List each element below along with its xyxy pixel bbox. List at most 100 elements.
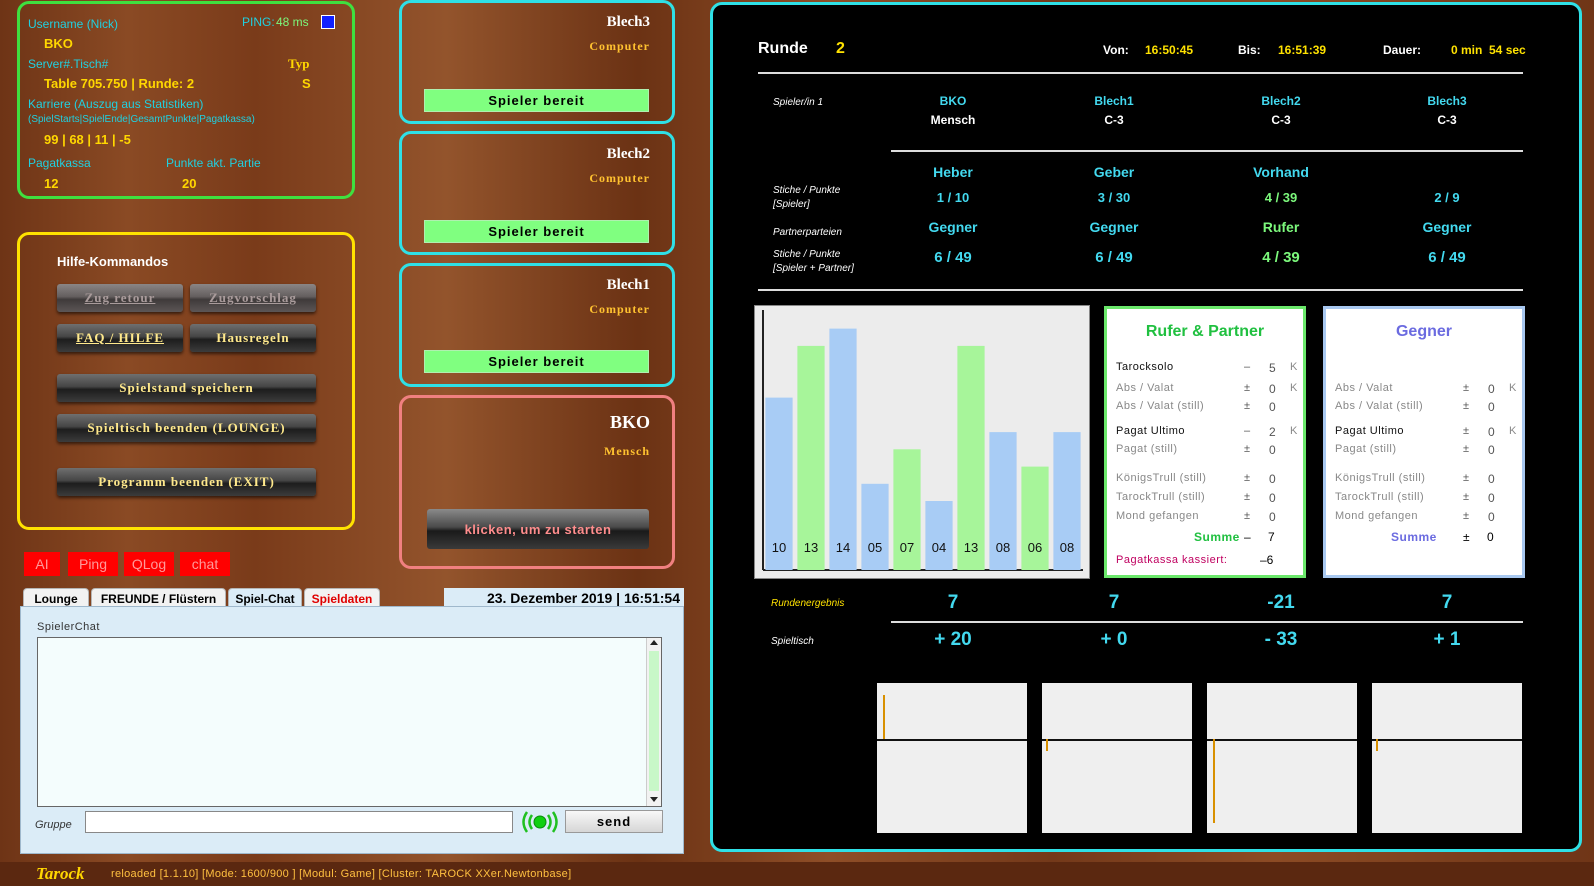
gegner-summe-sign: ± [1463, 530, 1470, 544]
rule-value: 0 [1269, 510, 1277, 524]
rule-sign: ± [1463, 443, 1470, 455]
chat-tag[interactable]: chat [180, 552, 230, 576]
player-box-blech3: Blech3 Computer Spieler bereit [399, 0, 675, 124]
stiche2-sub-label: [Spieler + Partner] [773, 263, 854, 274]
dauer-value: 0 min 54 sec [1451, 43, 1526, 57]
start-button[interactable]: klicken, um zu starten [427, 509, 649, 549]
spieltisch-label: Spieltisch [771, 636, 814, 647]
ping-tag[interactable]: Ping [68, 552, 118, 576]
col-rundenergebnis: 7 [1441, 592, 1453, 613]
player-box-bko: BKO Mensch klicken, um zu starten [399, 395, 675, 569]
divider [891, 621, 1523, 623]
col-stiche-punkte-partner: 6 / 49 [1095, 249, 1133, 266]
hausregeln-button[interactable]: Hausregeln [190, 324, 316, 352]
tab-lounge[interactable]: Lounge [23, 588, 89, 608]
col-player-name: Blech2 [1261, 94, 1301, 108]
spieler-bereit-button-blech1[interactable]: Spieler bereit [424, 350, 649, 373]
baseline [1372, 739, 1522, 741]
gegner-title: Gegner [1395, 323, 1452, 340]
chart-bar [861, 483, 889, 570]
send-button[interactable]: send [565, 810, 663, 833]
bar-label: 07 [900, 540, 914, 555]
rule-value: 0 [1488, 443, 1496, 457]
rufer-summe-label: Summe [1194, 530, 1240, 544]
tab-spiel-chat[interactable]: Spiel-Chat [228, 588, 302, 608]
rule-k: K [1290, 425, 1298, 437]
rule-value: 0 [1269, 472, 1277, 486]
chat-log[interactable] [37, 637, 662, 807]
chat-scrollbar[interactable] [646, 638, 661, 806]
col-stiche-punkte-partner: 6 / 49 [934, 249, 972, 266]
bar-label: 05 [868, 540, 882, 555]
rule-label: KönigsTrull (still) [1335, 472, 1426, 484]
rule-value: 0 [1488, 491, 1496, 505]
spieler-label: Spieler/in 1 [773, 97, 824, 108]
ai-tag[interactable]: AI [24, 552, 60, 576]
bar-label: 04 [932, 540, 946, 555]
chart-bar [925, 501, 953, 570]
tab-freunde[interactable]: FREUNDE / Flüstern [91, 588, 226, 608]
rule-label: Abs / Valat [1116, 382, 1174, 394]
zugvorschlag-button[interactable]: Zugvorschlag [190, 284, 316, 312]
bar-label: 06 [1028, 540, 1042, 555]
scoreboard: Runde 2 Von: 16:50:45 Bis: 16:51:39 Daue… [710, 2, 1582, 852]
tab-spieldaten[interactable]: Spieldaten [304, 588, 380, 608]
ping-label: PING: [242, 15, 275, 29]
col-party: Gegner [1089, 219, 1139, 235]
col-role: Vorhand [1253, 164, 1309, 180]
broadcast-icon[interactable] [519, 809, 561, 835]
col-party: Rufer [1262, 219, 1300, 235]
col-rundenergebnis: -21 [1267, 592, 1295, 613]
col-spieltisch: + 0 [1100, 629, 1128, 650]
col-stiche-punkte: 4 / 39 [1264, 190, 1298, 205]
rule-sign: – [1244, 361, 1251, 373]
col-player-kind: C-3 [1104, 113, 1124, 127]
gegner-summe-label: Summe [1391, 530, 1437, 544]
rule-label: Pagat Ultimo [1335, 425, 1404, 437]
rule-sign: ± [1463, 400, 1470, 412]
col-party: Gegner [1422, 219, 1472, 235]
col-player-name: Blech3 [1427, 94, 1467, 108]
col-party: Gegner [928, 219, 978, 235]
chat-input[interactable] [85, 811, 513, 833]
typ-value: S [302, 76, 311, 91]
rufer-summe-value: 7 [1268, 530, 1275, 544]
datetime-display: 23. Dezember 2019 | 16:51:54 [444, 588, 684, 608]
score-bar [883, 695, 885, 739]
stiche-label: Stiche / Punkte [773, 185, 841, 196]
programm-beenden-button[interactable]: Programm beenden (EXIT) [57, 468, 316, 496]
scroll-up-icon[interactable] [650, 640, 658, 645]
scroll-down-icon[interactable] [650, 797, 658, 802]
zug-retour-button[interactable]: Zug retour [57, 284, 183, 312]
player-name: Blech2 [606, 146, 650, 162]
player-name: Blech3 [606, 14, 650, 30]
qlog-tag[interactable]: QLog [124, 552, 174, 576]
rule-label: Pagat (still) [1335, 443, 1397, 455]
bar-label: 13 [804, 540, 818, 555]
rule-value: 0 [1269, 443, 1277, 457]
col-stiche-punkte: 3 / 30 [1097, 190, 1131, 205]
rule-label: KönigsTrull (still) [1116, 472, 1207, 484]
help-title: Hilfe-Kommandos [57, 254, 169, 269]
score-bar [1376, 739, 1378, 751]
ping-indicator [321, 15, 335, 29]
col-rundenergebnis: 7 [1108, 592, 1120, 613]
player-type: Computer [589, 171, 650, 185]
ping-value: 48 ms [276, 15, 309, 29]
runde-label: Runde [758, 40, 808, 57]
col-stiche-punkte-partner: 6 / 49 [1428, 249, 1466, 266]
mini-chart-blech3 [1372, 683, 1522, 833]
rule-label: Mond gefangen [1116, 510, 1199, 522]
rule-sign: ± [1463, 425, 1470, 437]
spieltisch-beenden-button[interactable]: Spieltisch beenden (LOUNGE) [57, 414, 316, 442]
pagatkassa-kassiert-value: –6 [1260, 553, 1274, 567]
faq-button[interactable]: FAQ / HILFE [57, 324, 183, 352]
von-value: 16:50:45 [1145, 43, 1194, 57]
gruppe-label: Gruppe [35, 819, 72, 831]
pagatkassa-value: 12 [44, 176, 59, 191]
spielstand-speichern-button[interactable]: Spielstand speichern [57, 374, 316, 402]
spieler-bereit-button-blech3[interactable]: Spieler bereit [424, 89, 649, 112]
baseline [1042, 739, 1192, 741]
spieler-bereit-button-blech2[interactable]: Spieler bereit [424, 220, 649, 243]
scroll-thumb[interactable] [649, 651, 659, 791]
